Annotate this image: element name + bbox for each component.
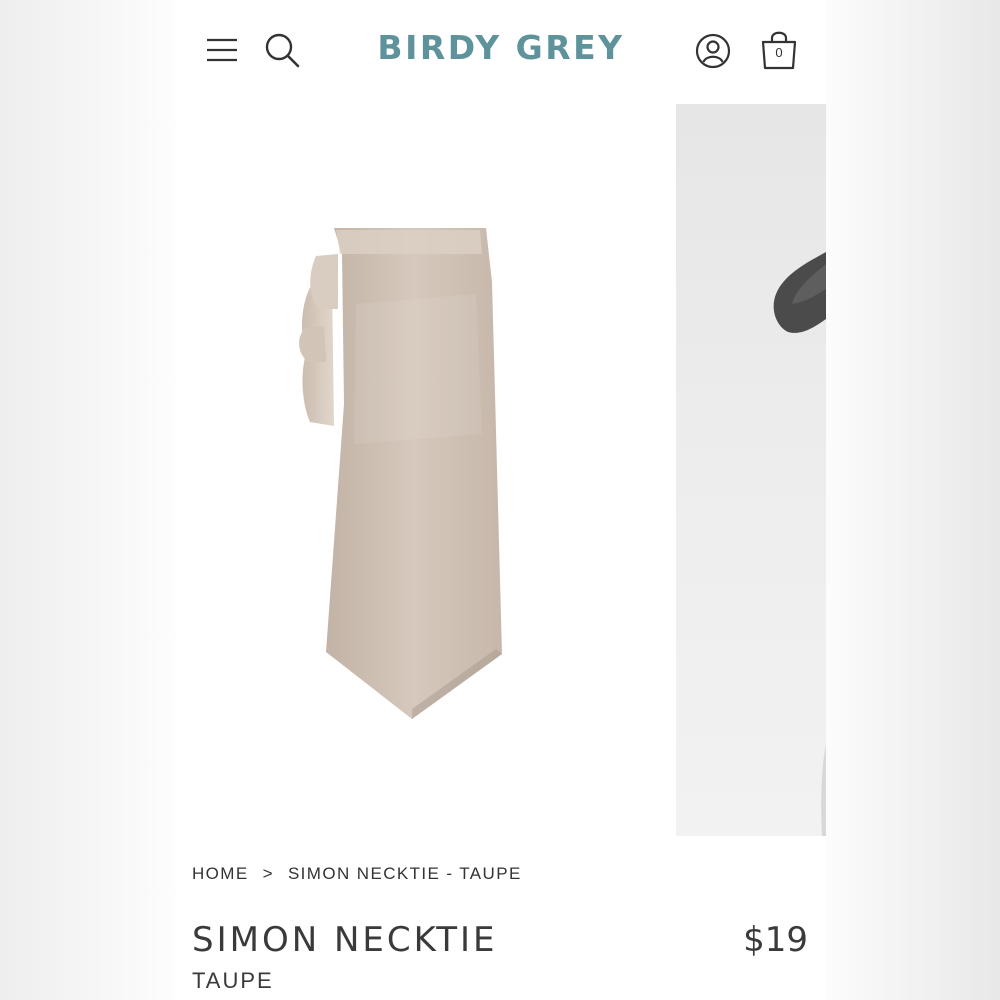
brand-logo[interactable]: BIRDY GREY <box>366 28 636 67</box>
search-icon[interactable] <box>264 32 300 68</box>
right-backdrop <box>826 0 1000 1000</box>
product-color: TAUPE <box>192 968 274 993</box>
cart-count-badge: 0 <box>775 45 783 60</box>
breadcrumb-separator: > <box>262 864 274 883</box>
breadcrumb-current: SIMON NECKTIE - TAUPE <box>287 864 522 883</box>
account-icon[interactable] <box>695 33 731 69</box>
breadcrumb: HOME > SIMON NECKTIE - TAUPE <box>192 864 522 884</box>
shopping-bag-icon[interactable]: 0 <box>759 28 799 70</box>
product-price: $19 <box>743 920 808 960</box>
mobile-page: BIRDY GREY 0 HOME > SIMON NECKTIE - TAUP… <box>176 0 826 1000</box>
product-title: SIMON NECKTIE <box>192 920 498 960</box>
site-header: BIRDY GREY 0 <box>176 0 826 104</box>
product-image-taupe-necktie[interactable] <box>176 104 676 836</box>
breadcrumb-home-link[interactable]: HOME <box>192 864 249 884</box>
hamburger-menu-icon[interactable] <box>206 37 238 63</box>
left-backdrop <box>0 0 176 1000</box>
product-image-model-wearing-tie[interactable] <box>676 104 826 836</box>
product-image-carousel[interactable] <box>176 104 826 836</box>
